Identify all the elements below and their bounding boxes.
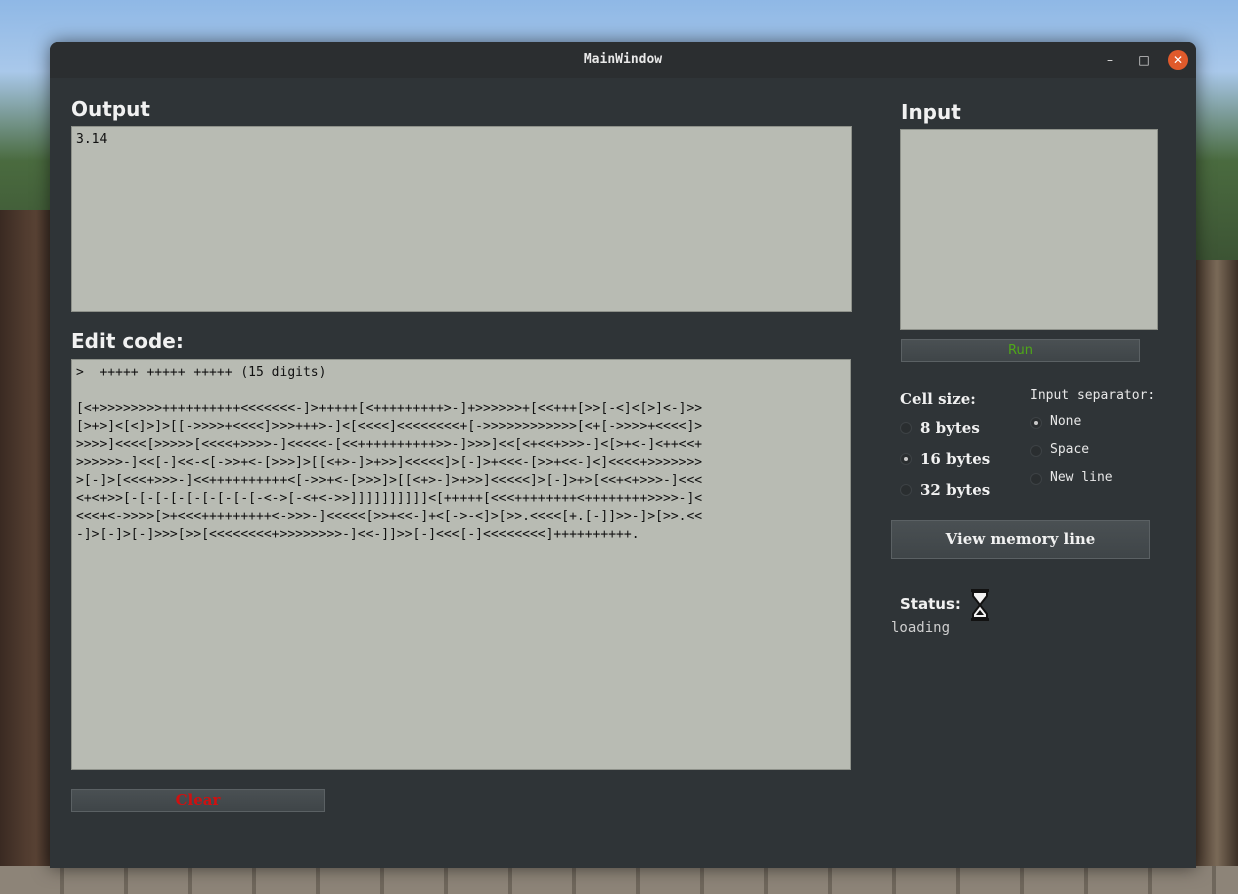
window-title: MainWindow	[583, 52, 663, 67]
main-window: MainWindow – □ ✕ Output 3.14 Edit code: …	[50, 42, 1196, 868]
input-separator-label: Input separator:	[1030, 388, 1156, 403]
separator-option-label: Space	[1050, 442, 1090, 457]
edit-code-label: Edit code:	[71, 329, 184, 353]
output-label: Output	[71, 97, 150, 121]
separator-option-label: None	[1050, 414, 1082, 429]
title-bar[interactable]: MainWindow – □ ✕	[50, 42, 1196, 78]
cell-size-option-label: 16 bytes	[920, 450, 991, 468]
input-label: Input	[901, 100, 961, 124]
code-editor[interactable]: > +++++ +++++ +++++ (15 digits) [<+>>>>>…	[71, 359, 851, 770]
hourglass-icon	[971, 589, 989, 621]
minimize-button[interactable]: –	[1100, 50, 1120, 70]
radio-indicator[interactable]	[1030, 445, 1042, 457]
radio-indicator[interactable]	[1030, 473, 1042, 485]
cell-size-label: Cell size:	[900, 390, 976, 408]
status-text: loading	[891, 620, 951, 636]
view-memory-line-button[interactable]: View memory line	[891, 520, 1150, 559]
cell-size-option-label: 32 bytes	[920, 481, 991, 499]
output-textbox[interactable]: 3.14	[71, 126, 852, 312]
radio-indicator[interactable]	[900, 453, 912, 465]
maximize-button[interactable]: □	[1134, 50, 1154, 70]
separator-option-label: New line	[1050, 470, 1113, 485]
clear-button[interactable]: Clear	[71, 789, 325, 812]
radio-indicator[interactable]	[900, 422, 912, 434]
input-textbox[interactable]	[900, 129, 1158, 330]
cell-size-option-label: 8 bytes	[920, 419, 980, 437]
radio-indicator[interactable]	[900, 484, 912, 496]
desktop-background-floor	[0, 866, 1238, 894]
close-button[interactable]: ✕	[1168, 50, 1188, 70]
radio-indicator[interactable]	[1030, 417, 1042, 429]
run-button[interactable]: Run	[901, 339, 1140, 362]
desktop-background-right	[1196, 260, 1238, 894]
status-label: Status:	[900, 595, 961, 613]
